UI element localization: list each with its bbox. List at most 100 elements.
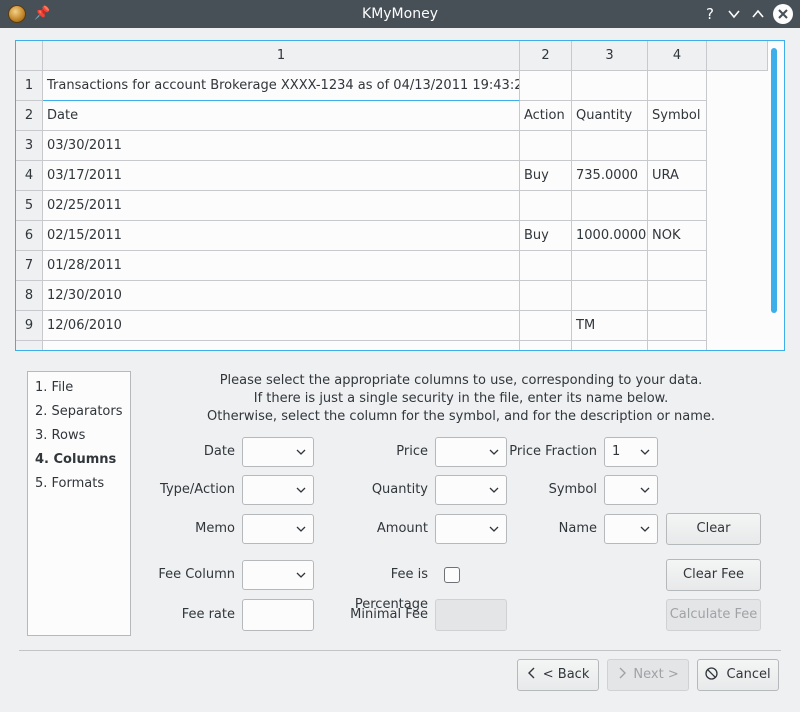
table-cell[interactable]: Quantity [572,101,648,131]
chevron-left-icon [527,667,535,679]
type-action-column-combo[interactable] [242,475,314,505]
row-header[interactable]: 8 [16,281,43,311]
chevron-down-icon [296,572,306,578]
file-preview-table[interactable]: 1 2 3 4 1 Transactions for account Brokerage … [15,40,785,351]
row-header[interactable]: 5 [16,191,43,221]
row-header[interactable]: 2 [16,101,43,131]
table-cell[interactable]: 1000.0000 [572,221,648,251]
table-cell[interactable]: 03/30/2011 [43,131,520,161]
next-button[interactable]: Next > [607,659,689,691]
table-cell[interactable] [572,131,648,161]
fee-column-label: Fee Column [158,567,235,582]
row-header[interactable]: 7 [16,251,43,281]
instruction-line-2: If there is just a single security in th… [253,391,669,406]
table-cell[interactable]: 02/25/2011 [43,191,520,221]
table-cell[interactable]: 03/17/2011 [43,161,520,191]
chevron-down-icon [640,526,650,532]
table-cell[interactable] [648,191,707,221]
table-cell[interactable] [520,191,572,221]
chevron-down-icon [640,449,650,455]
help-button[interactable]: ? [700,4,720,24]
price-label: Price [396,444,428,459]
calculate-fee-button[interactable]: Calculate Fee [666,599,761,631]
table-cell[interactable]: Date [43,101,520,131]
amount-label: Amount [376,521,428,536]
amount-column-combo[interactable] [435,514,507,544]
minimal-fee-input[interactable] [435,599,507,631]
price-column-combo[interactable] [435,437,507,467]
row-header[interactable]: 6 [16,221,43,251]
chevron-down-icon [489,526,499,532]
row-header [16,341,43,350]
row-header[interactable]: 9 [16,311,43,341]
instruction-line-1: Please select the appropriate columns to… [219,373,703,388]
table-cell[interactable] [648,71,707,101]
table-cell[interactable] [572,281,648,311]
table-cell[interactable]: 12/30/2010 [43,281,520,311]
table-cell[interactable] [648,281,707,311]
table-cell[interactable] [572,191,648,221]
price-fraction-combo[interactable]: 1 [604,437,658,467]
column-header[interactable]: 3 [572,41,648,71]
memo-column-combo[interactable] [242,514,314,544]
column-header[interactable]: 1 [43,41,520,71]
quantity-column-combo[interactable] [435,475,507,505]
column-header[interactable]: 4 [648,41,707,71]
symbol-column-combo[interactable] [604,475,658,505]
name-column-combo[interactable] [604,514,658,544]
table-cell[interactable]: URA [648,161,707,191]
table-cell[interactable]: 02/15/2011 [43,221,520,251]
fee-column-combo[interactable] [242,560,314,590]
symbol-label: Symbol [548,482,597,497]
minimize-button[interactable] [724,4,744,24]
table-cell[interactable]: Action [520,101,572,131]
table-cell[interactable]: TM [572,311,648,341]
instructions: Please select the appropriate columns to… [140,372,782,426]
table-cell[interactable] [520,131,572,161]
cancel-button[interactable]: Cancel [697,659,779,691]
table-cell[interactable]: 735.0000 [572,161,648,191]
chevron-down-icon [296,449,306,455]
table-cell[interactable] [520,311,572,341]
chevron-down-icon [489,449,499,455]
footer-separator [19,650,781,651]
table-cell[interactable]: NOK [648,221,707,251]
clear-button[interactable]: Clear [666,513,761,545]
chevron-down-icon [728,10,740,19]
column-header[interactable]: 2 [520,41,572,71]
table-cell[interactable] [648,311,707,341]
row-header[interactable]: 4 [16,161,43,191]
table-cell[interactable]: Buy [520,221,572,251]
table-cell[interactable] [520,251,572,281]
table-cell[interactable] [520,281,572,311]
maximize-button[interactable] [748,4,768,24]
date-column-combo[interactable] [242,437,314,467]
row-header[interactable]: 3 [16,131,43,161]
table-cell[interactable]: Symbol [648,101,707,131]
wizard-steps: 1. File 2. Separators 3. Rows 4. Columns… [27,371,131,636]
column-header-filler [707,41,768,71]
row-header[interactable]: 1 [16,71,43,101]
back-label: < Back [542,667,590,682]
table-cell[interactable] [572,71,648,101]
table-cell[interactable]: Buy [520,161,572,191]
back-button[interactable]: < Back [517,659,599,691]
table-cell [648,341,707,350]
clear-fee-button[interactable]: Clear Fee [666,559,761,591]
table-cell[interactable]: Transactions for account Brokerage XXXX-… [43,71,520,101]
close-button[interactable] [773,4,793,24]
scrollbar-thumb[interactable] [771,48,777,313]
chevron-down-icon [296,526,306,532]
fee-is-percentage-checkbox[interactable] [444,567,460,583]
table-cell[interactable]: 12/06/2010 [43,311,520,341]
table-cell[interactable] [572,251,648,281]
cancel-label: Cancel [726,667,771,682]
table-cell[interactable] [648,131,707,161]
table-cell[interactable]: 01/28/2011 [43,251,520,281]
instruction-line-3: Otherwise, select the column for the sym… [207,409,715,424]
fee-rate-input[interactable] [242,599,314,631]
table-cell[interactable] [648,251,707,281]
table-cell[interactable] [520,71,572,101]
table-cell [572,341,648,350]
date-label: Date [203,444,235,459]
